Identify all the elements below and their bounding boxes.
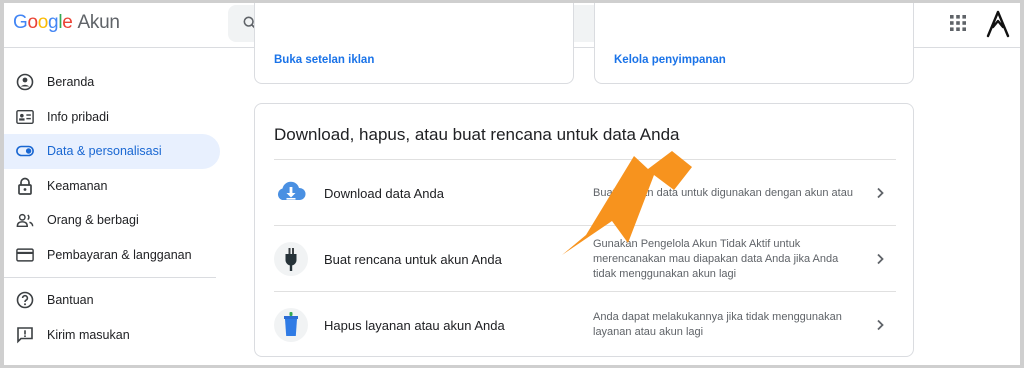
section-title: Download, hapus, atau buat rencana untuk… [274, 125, 680, 144]
lock-icon [16, 177, 34, 195]
row-label: Hapus layanan atau akun Anda [324, 317, 505, 333]
sidebar-item-info-pribadi[interactable]: Info pribadi [4, 100, 220, 135]
logo-google-text: Google [13, 12, 73, 33]
sidebar-item-kirim-masukan[interactable]: Kirim masukan [4, 318, 220, 353]
sidebar-item-keamanan[interactable]: Keamanan [4, 169, 220, 204]
people-icon [16, 211, 34, 229]
sidebar-item-pembayaran[interactable]: Pembayaran & langganan [4, 238, 220, 273]
ad-settings-card: Buka setelan iklan [254, 3, 574, 84]
sidebar-item-beranda[interactable]: Beranda [4, 65, 220, 100]
storage-card: Kelola penyimpanan [594, 3, 914, 84]
sidebar-item-label: Info pribadi [47, 109, 109, 124]
google-account-logo[interactable]: Google Akun [13, 12, 120, 34]
sidebar-item-label: Bantuan [47, 293, 94, 308]
sidebar-item-data-personalisasi[interactable]: Data & personalisasi [4, 134, 220, 169]
page-frame: GoogleAkun Beranda Info pribadi [4, 3, 1020, 365]
row-label: Buat rencana untuk akun Anda [324, 251, 502, 267]
avatar[interactable] [984, 9, 1012, 39]
chevron-right-icon [877, 253, 884, 265]
plug-icon [274, 242, 308, 276]
toggle-icon [16, 142, 34, 160]
orange-arrow-annotation [562, 151, 692, 255]
row-label: Download data Anda [324, 185, 444, 201]
credit-card-icon [16, 246, 34, 264]
manage-storage-link[interactable]: Kelola penyimpanan [614, 54, 726, 66]
sidebar-divider [4, 277, 216, 278]
sidebar-item-label: Kirim masukan [47, 327, 130, 342]
row-description: Anda dapat melakukannya jika tidak mengg… [593, 311, 842, 338]
sidebar-item-bantuan[interactable]: Bantuan [4, 283, 220, 318]
chevron-right-icon [877, 187, 884, 199]
row-delete-account[interactable]: Hapus layanan atau akun Anda Anda dapat … [274, 291, 896, 358]
sidebar-item-label: Orang & berbagi [47, 213, 139, 228]
sidebar-item-label: Pembayaran & langganan [47, 247, 192, 262]
apps-grid-icon[interactable] [949, 14, 967, 32]
help-icon [16, 291, 34, 309]
ad-settings-link[interactable]: Buka setelan iklan [274, 54, 374, 66]
chevron-right-icon [877, 319, 884, 331]
feedback-icon [16, 326, 34, 344]
trash-icon [274, 308, 308, 342]
home-icon [16, 73, 34, 91]
sidebar-item-label: Beranda [47, 75, 95, 90]
cloud-download-icon [274, 176, 308, 210]
id-card-icon [16, 108, 34, 126]
sidebar-item-label: Data & personalisasi [47, 144, 162, 159]
sidebar-item-orang-berbagi[interactable]: Orang & berbagi [4, 203, 220, 238]
logo-product-text: Akun [77, 12, 120, 33]
sidebar: Beranda Info pribadi Data & personalisas… [4, 65, 220, 352]
sidebar-item-label: Keamanan [47, 178, 108, 193]
